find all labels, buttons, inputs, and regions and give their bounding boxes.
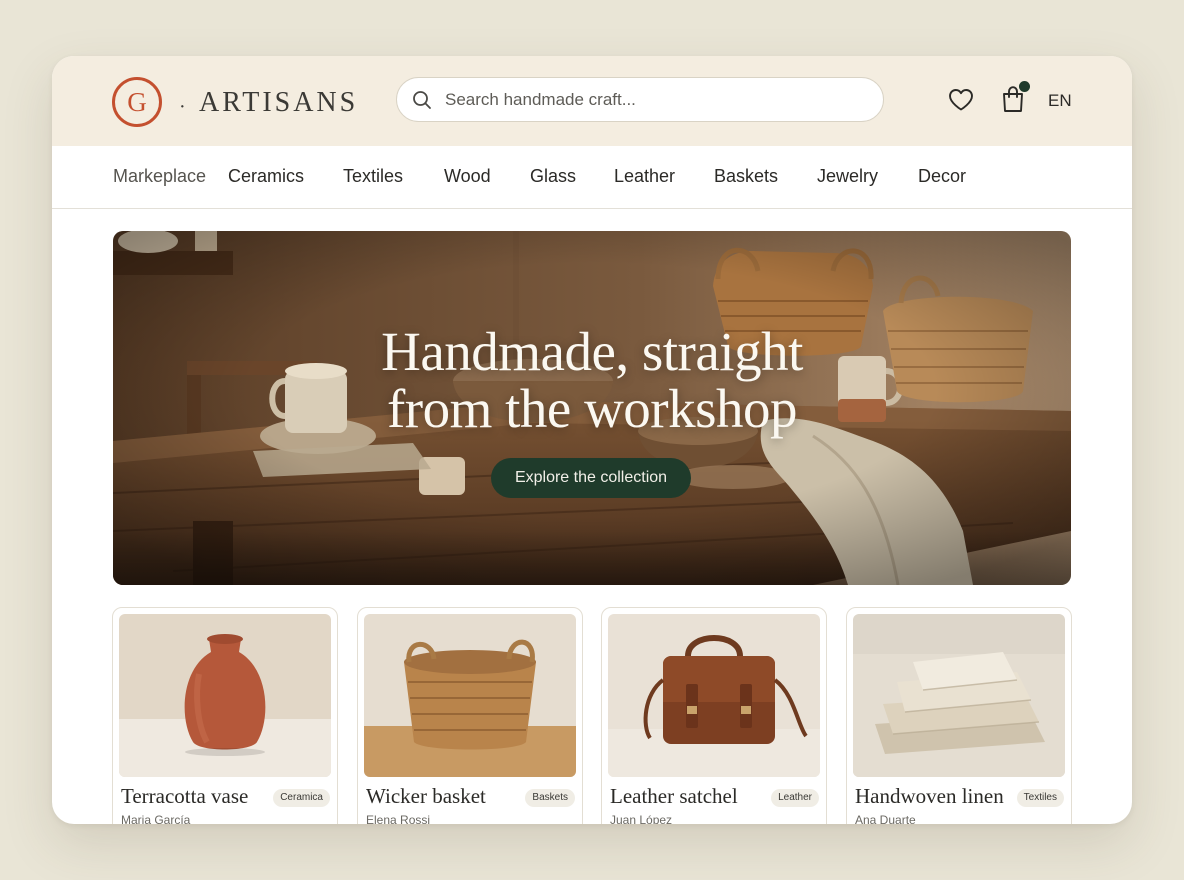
hero-title-line-2: from the workshop	[386, 378, 798, 439]
maker-name: Ana Duarte	[855, 813, 916, 824]
brand-name[interactable]: ARTISANS	[199, 87, 358, 119]
product-card[interactable]: Handwoven linen Textiles Ana Duarte	[846, 607, 1072, 824]
product-image-leather-satchel[interactable]	[608, 614, 820, 777]
category-badge: Textiles	[1016, 789, 1064, 807]
hero-title-line-1: Handmade, straight	[381, 321, 803, 382]
nav-item-decor[interactable]: Decor	[918, 166, 966, 187]
product-card[interactable]: Terracotta vase Ceramica Maria García	[112, 607, 338, 824]
product-image-terracotta-vase[interactable]	[119, 614, 331, 777]
category-nav: Markeplace Ceramics Textiles Wood Glass …	[52, 146, 1132, 209]
cart-indicator-dot	[1019, 81, 1030, 92]
category-badge: Leather	[771, 789, 819, 807]
maker-name: Juan López	[610, 813, 673, 824]
product-name[interactable]: Handwoven linen	[855, 784, 1004, 809]
header: G · ARTISANS EN	[52, 56, 1132, 146]
hero-title: Handmade, straight from the workshop	[113, 323, 1071, 437]
nav-item-leather[interactable]: Leather	[614, 166, 675, 187]
search-bar[interactable]	[396, 77, 884, 122]
logo-separator: ·	[179, 96, 186, 118]
maker-name: Elena Rossi	[366, 813, 431, 824]
app-window: G · ARTISANS EN Markeplace Ceramics Text…	[52, 56, 1132, 824]
nav-item-baskets[interactable]: Baskets	[714, 166, 778, 187]
search-icon[interactable]	[412, 90, 432, 110]
explore-collection-button[interactable]: Explore the collection	[491, 458, 691, 498]
logo-mark[interactable]: G	[112, 77, 162, 127]
nav-item-wood[interactable]: Wood	[444, 166, 491, 187]
nav-item-textiles[interactable]: Textiles	[343, 166, 403, 187]
maker-name: Maria García	[121, 813, 191, 824]
nav-item-jewelry[interactable]: Jewelry	[817, 166, 878, 187]
search-input[interactable]	[443, 78, 867, 122]
nav-item-marketplace[interactable]: Markeplace	[113, 166, 206, 187]
language-selector[interactable]: EN	[1048, 91, 1072, 111]
product-image-handwoven-linen[interactable]	[853, 614, 1065, 777]
product-name[interactable]: Leather satchel	[610, 784, 738, 809]
category-badge: Ceramica	[273, 789, 330, 807]
heart-icon[interactable]	[948, 88, 974, 112]
category-badge: Baskets	[525, 789, 575, 807]
product-card[interactable]: Leather satchel Leather Juan López	[601, 607, 827, 824]
nav-item-ceramics[interactable]: Ceramics	[228, 166, 304, 187]
nav-item-glass[interactable]: Glass	[530, 166, 576, 187]
product-name[interactable]: Wicker basket	[366, 784, 486, 809]
product-image-wicker-basket[interactable]	[364, 614, 576, 777]
product-card[interactable]: Wicker basket Baskets Elena Rossi	[357, 607, 583, 824]
hero-banner: Handmade, straight from the workshop Exp…	[113, 231, 1071, 585]
product-name[interactable]: Terracotta vase	[121, 784, 248, 809]
